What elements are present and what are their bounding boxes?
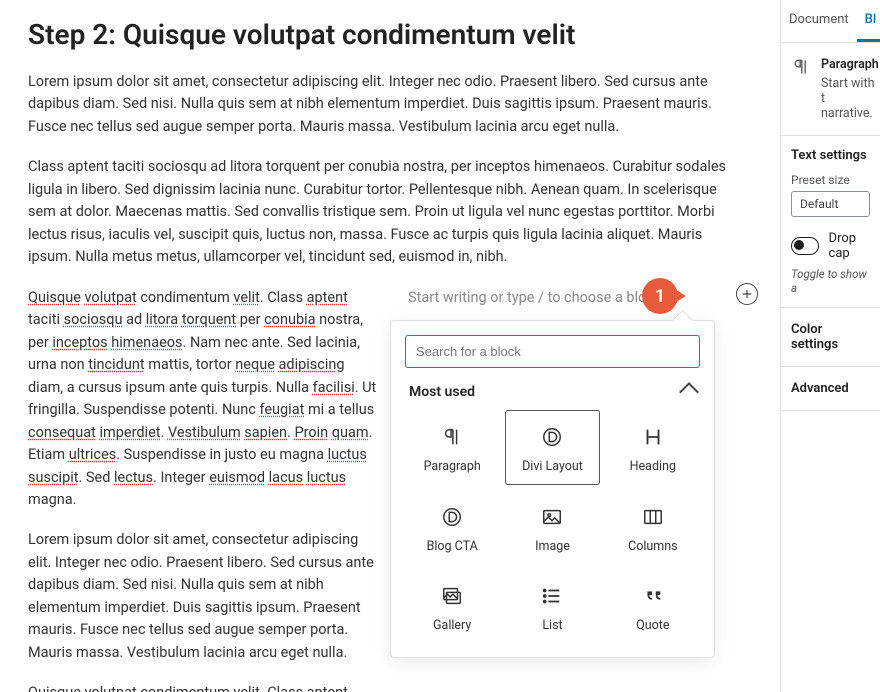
pilcrow-icon [791, 57, 811, 121]
block-item-heading[interactable]: Heading [606, 410, 700, 485]
quote-icon [641, 584, 665, 608]
block-item-label: Quote [636, 618, 669, 633]
block-type-title: Paragraph [821, 57, 879, 72]
block-item-label: Gallery [433, 618, 471, 633]
image-icon [540, 505, 564, 529]
block-item-divi-layout[interactable]: Divi Layout [505, 410, 599, 485]
block-search-input[interactable] [405, 335, 700, 368]
editor-canvas[interactable]: Step 2: Quisque volutpat condimentum vel… [0, 0, 780, 692]
paragraph-block[interactable]: Class aptent taciti sociosqu ad litora t… [28, 156, 748, 268]
tab-document[interactable]: Document [781, 0, 857, 42]
block-item-paragraph[interactable]: Paragraph [405, 410, 499, 485]
section-color-settings[interactable]: Color settings [781, 308, 880, 367]
divi-icon [540, 425, 564, 449]
block-item-label: Blog CTA [427, 539, 478, 554]
block-item-blog-cta[interactable]: Blog CTA [405, 491, 499, 564]
block-item-label: Heading [630, 459, 676, 474]
heading-icon [641, 425, 665, 449]
divi-icon [440, 505, 464, 529]
tab-block[interactable]: Bl [857, 0, 880, 42]
section-advanced[interactable]: Advanced [781, 367, 880, 411]
list-icon [540, 584, 564, 608]
chevron-up-icon[interactable] [679, 382, 699, 402]
block-type-desc: Start with t narrative. [821, 76, 879, 121]
paragraph-block[interactable]: Quisque volutpat condimentum velit. Clas… [28, 682, 378, 692]
preset-size-select[interactable]: Default [791, 191, 870, 217]
settings-sidebar: Document Bl Paragraph Start with t narra… [780, 0, 880, 692]
block-item-label: Paragraph [424, 459, 481, 474]
preset-size-label: Preset size [791, 173, 870, 187]
block-item-list[interactable]: List [505, 570, 599, 643]
paragraph-block[interactable]: Quisque volutpat condimentum velit. Clas… [28, 287, 378, 512]
block-item-gallery[interactable]: Gallery [405, 570, 499, 643]
block-item-columns[interactable]: Columns [606, 491, 700, 564]
block-inserter-popover: Most used Paragraph Divi Layout Heading Blo… [390, 320, 715, 658]
pilcrow-icon [440, 425, 464, 449]
block-item-quote[interactable]: Quote [606, 570, 700, 643]
block-item-label: List [542, 618, 562, 633]
annotation-callout-1: 1 [642, 278, 678, 314]
block-item-label: Image [535, 539, 570, 554]
drop-cap-toggle[interactable] [791, 237, 819, 255]
add-block-button[interactable] [736, 283, 758, 305]
inserter-section-title: Most used [409, 384, 475, 400]
paragraph-block[interactable]: Lorem ipsum dolor sit amet, consectetur … [28, 529, 378, 664]
drop-cap-desc: Toggle to show a [791, 267, 870, 295]
block-item-label: Columns [628, 539, 678, 554]
paragraph-block[interactable]: Lorem ipsum dolor sit amet, consectetur … [28, 71, 748, 138]
gallery-icon [440, 584, 464, 608]
drop-cap-label: Drop cap [829, 231, 870, 261]
columns-icon [641, 505, 665, 529]
block-item-label: Divi Layout [522, 459, 583, 474]
post-heading[interactable]: Step 2: Quisque volutpat condimentum vel… [28, 18, 752, 51]
block-item-image[interactable]: Image [505, 491, 599, 564]
section-text-settings: Text settings [791, 148, 870, 163]
block-placeholder[interactable]: Start writing or type / to choose a bloc… [408, 289, 661, 306]
